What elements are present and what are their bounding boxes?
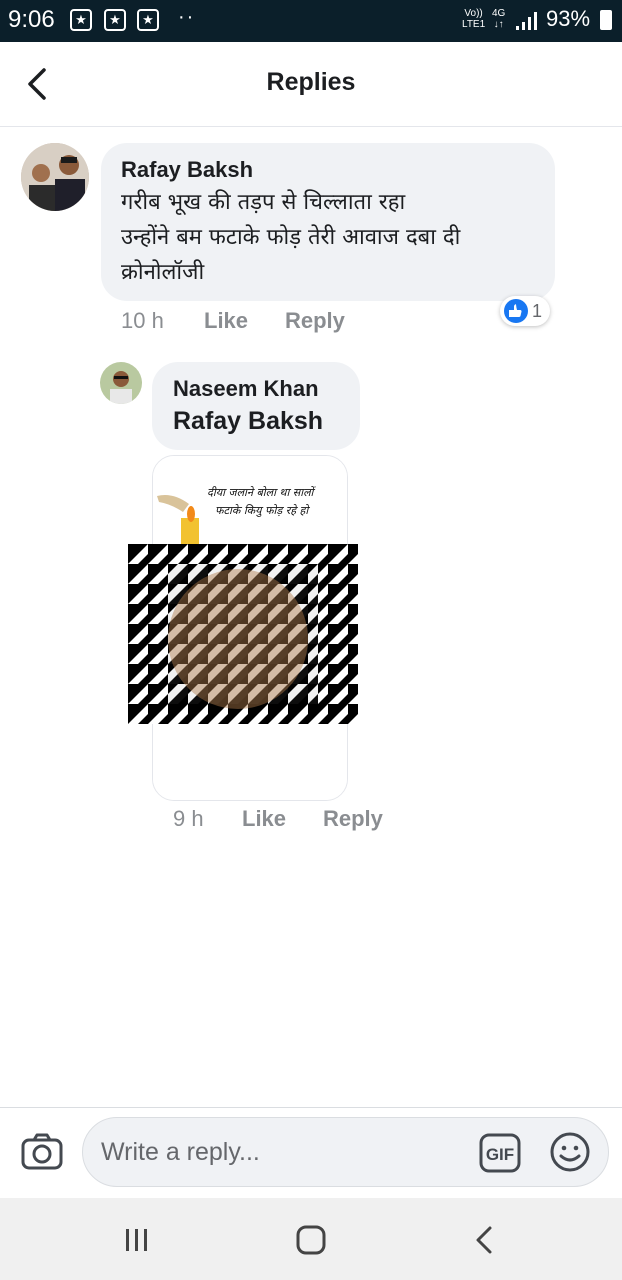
reply-reply-button[interactable]: Reply <box>323 806 383 832</box>
emoji-icon[interactable] <box>549 1131 591 1173</box>
volte-label: Vo)) <box>464 8 483 19</box>
notification-star-icon: ★ <box>70 9 92 31</box>
comment-text: गरीब भूख की तड़प से चिल्लाता रहा उन्होंन… <box>121 190 461 285</box>
page-title: Replies <box>266 68 356 96</box>
avatar[interactable] <box>100 362 142 404</box>
system-navigation-bar <box>0 1198 622 1280</box>
battery-percent: 93% <box>546 6 591 31</box>
reply-bubble[interactable]: Naseem Khan Rafay Baksh <box>152 362 360 450</box>
network-type-indicator: 4G ↓↑ <box>492 8 506 30</box>
avatar-photo <box>21 143 89 211</box>
reaction-count: 1 <box>532 301 543 321</box>
status-time: 9:06 <box>8 6 55 33</box>
notification-star-icon: ★ <box>137 9 159 31</box>
avatar[interactable] <box>21 143 89 211</box>
mention-link[interactable]: Rafay Baksh <box>173 407 323 436</box>
comment-timestamp: 10 h <box>121 308 164 333</box>
like-button[interactable]: Like <box>204 308 248 334</box>
replies-header: Replies <box>0 42 622 127</box>
comment-author[interactable]: Rafay Baksh <box>121 157 253 183</box>
thumbs-up-icon <box>504 299 528 323</box>
volte-indicator: Vo)) LTE1 <box>462 8 485 30</box>
gif-label: GIF <box>486 1145 514 1164</box>
camera-icon[interactable] <box>20 1130 64 1174</box>
status-bar: 9:06 ★ ★ ★ ·· Vo)) LTE1 4G ↓↑ 93% <box>0 0 622 42</box>
image-caption-line1: दीया जलाने बोला था सालों <box>207 486 314 499</box>
reply-timestamp: 9 h <box>173 806 204 831</box>
home-icon[interactable] <box>291 1220 331 1260</box>
reply-like-button[interactable]: Like <box>242 806 286 832</box>
avatar-photo <box>100 362 142 404</box>
more-notifications-icon: ·· <box>178 6 196 28</box>
reply-author[interactable]: Naseem Khan <box>173 376 319 402</box>
reply-input[interactable]: Write a reply... GIF <box>82 1117 609 1187</box>
notification-star-icon: ★ <box>104 9 126 31</box>
reply-composer: Write a reply... GIF <box>0 1107 622 1199</box>
back-nav-icon[interactable] <box>465 1220 505 1260</box>
reply-button[interactable]: Reply <box>285 308 345 334</box>
lte-label: LTE1 <box>462 19 486 30</box>
recent-apps-icon[interactable] <box>117 1220 157 1260</box>
network-type-label: 4G <box>492 8 506 19</box>
signal-icon <box>516 12 537 30</box>
reaction-summary[interactable]: 1 <box>500 296 550 326</box>
reply-input-placeholder: Write a reply... <box>101 1138 260 1166</box>
gif-icon[interactable]: GIF <box>479 1133 521 1173</box>
comment-bubble[interactable]: Rafay Baksh गरीब भूख की तड़प से चिल्लाता… <box>101 143 555 301</box>
censor-mosaic <box>128 544 358 724</box>
battery-icon <box>600 10 612 30</box>
image-caption-line2: फटाके कियु फोड़ रहे हो <box>215 504 309 517</box>
